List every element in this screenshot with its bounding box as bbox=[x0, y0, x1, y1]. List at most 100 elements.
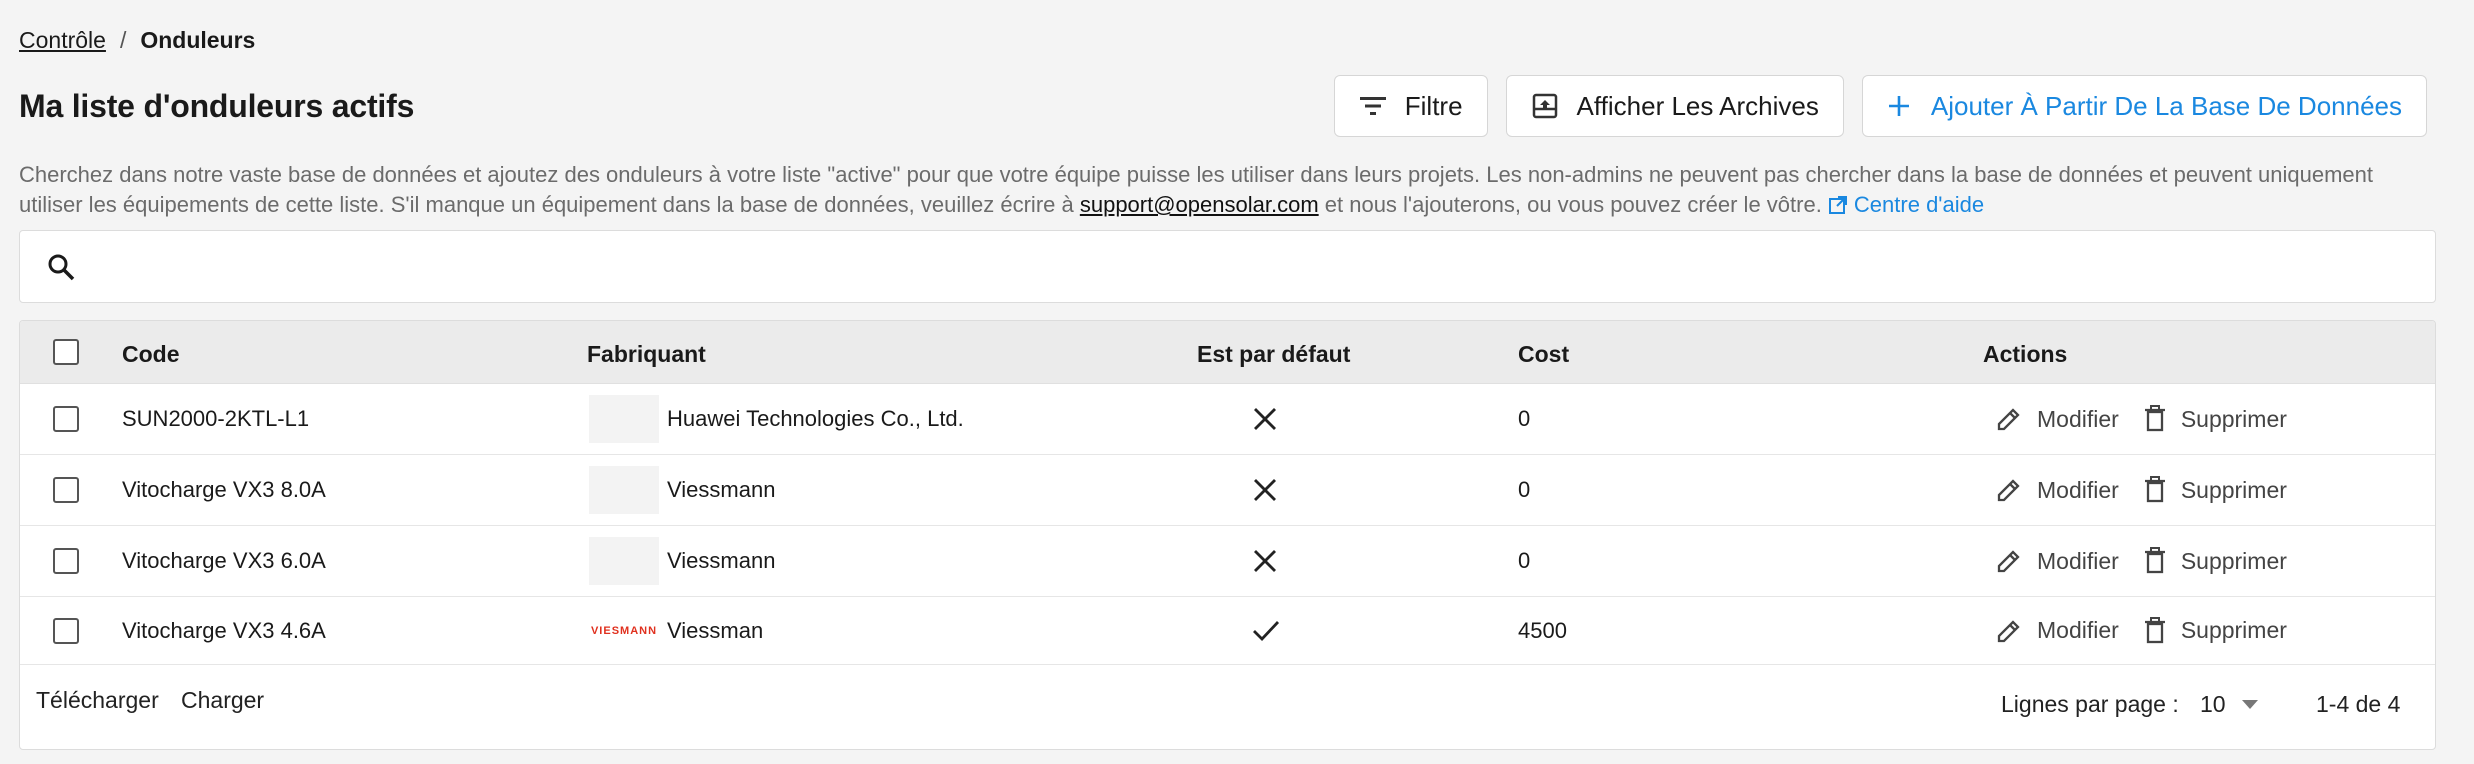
delete-label: Supprimer bbox=[2180, 547, 2287, 574]
external-link-icon bbox=[1828, 196, 1847, 214]
filter-button[interactable]: Filtre bbox=[1333, 75, 1488, 137]
column-header-default[interactable]: Est par défaut bbox=[1197, 341, 1350, 368]
row-checkbox[interactable] bbox=[53, 617, 79, 644]
plus-icon bbox=[1888, 96, 1909, 116]
rows-per-page-label: Lignes par page : bbox=[2001, 691, 2179, 717]
delete-button[interactable]: Supprimer bbox=[2143, 547, 2287, 575]
cell-default bbox=[1252, 526, 1278, 596]
search-box bbox=[19, 230, 2436, 303]
manufacturer-logo bbox=[589, 466, 659, 514]
cell-manufacturer: VIESMANN Viessman bbox=[589, 597, 763, 664]
row-checkbox[interactable] bbox=[53, 548, 79, 574]
cell-cost: 4500 bbox=[1518, 617, 1567, 643]
edit-button[interactable]: Modifier bbox=[1995, 405, 2119, 433]
pencil-icon bbox=[1997, 619, 2020, 642]
trash-icon bbox=[2144, 476, 2165, 503]
breadcrumb-separator: / bbox=[119, 27, 127, 53]
manufacturer-name: Viessmann bbox=[667, 477, 776, 502]
cell-actions: Modifier Supprimer bbox=[1995, 455, 2311, 525]
delete-button[interactable]: Supprimer bbox=[2143, 476, 2287, 504]
edit-button[interactable]: Modifier bbox=[1995, 547, 2119, 575]
cell-actions: Modifier Supprimer bbox=[1995, 526, 2311, 596]
rows-per-page-value: 10 bbox=[2200, 691, 2226, 717]
table-footer: Télécharger Charger Lignes par page : 10… bbox=[20, 665, 2435, 741]
edit-label: Modifier bbox=[2037, 405, 2119, 432]
delete-label: Supprimer bbox=[2180, 405, 2287, 432]
page-title: Ma liste d'onduleurs actifs bbox=[19, 88, 415, 124]
delete-label: Supprimer bbox=[2180, 617, 2287, 643]
not-default-icon bbox=[1254, 479, 1276, 501]
trash-icon bbox=[2144, 616, 2165, 643]
cell-default bbox=[1252, 455, 1278, 525]
trash-icon bbox=[2144, 547, 2165, 574]
show-archives-button[interactable]: Afficher Les Archives bbox=[1505, 75, 1844, 137]
not-default-icon bbox=[1254, 550, 1276, 572]
caret-down-icon bbox=[2241, 699, 2258, 709]
show-archives-label: Afficher Les Archives bbox=[1576, 90, 1819, 121]
upload-button[interactable]: Charger bbox=[181, 687, 264, 714]
table-header: Code Fabriquant Est par défaut Cost Acti… bbox=[20, 321, 2435, 384]
filter-icon bbox=[1359, 97, 1386, 115]
manufacturer-name: Viessman bbox=[667, 617, 764, 643]
cell-cost: 0 bbox=[1518, 406, 1531, 431]
edit-button[interactable]: Modifier bbox=[1995, 617, 2119, 645]
archive-icon bbox=[1532, 93, 1557, 119]
table-row[interactable]: SUN2000-2KTL-L1 Huawei Technologies Co., … bbox=[20, 384, 2435, 455]
manufacturer-name: Viessmann bbox=[667, 548, 776, 573]
cell-code: Vitocharge VX3 4.6A bbox=[122, 617, 326, 643]
table-row[interactable]: Vitocharge VX3 4.6A VIESMANN Viessman 4500 M… bbox=[20, 597, 2435, 665]
manufacturer-logo bbox=[589, 395, 659, 443]
row-checkbox[interactable] bbox=[53, 406, 79, 432]
edit-button[interactable]: Modifier bbox=[1995, 476, 2119, 504]
trash-icon bbox=[2144, 405, 2165, 432]
search-input[interactable] bbox=[96, 236, 2435, 297]
support-email-link[interactable]: support@opensolar.com bbox=[1080, 192, 1319, 217]
delete-button[interactable]: Supprimer bbox=[2143, 405, 2287, 433]
page-description: Cherchez dans notre vaste base de donnée… bbox=[19, 160, 2419, 220]
cell-code: SUN2000-2KTL-L1 bbox=[122, 406, 310, 431]
inverters-table: Code Fabriquant Est par défaut Cost Acti… bbox=[19, 320, 2436, 750]
cell-cost: 0 bbox=[1518, 548, 1531, 573]
column-header-actions: Actions bbox=[1983, 341, 2068, 367]
cell-actions: Modifier Supprimer bbox=[1995, 384, 2311, 454]
pencil-icon bbox=[1997, 550, 2020, 573]
delete-label: Supprimer bbox=[2180, 476, 2287, 503]
delete-button[interactable]: Supprimer bbox=[2143, 616, 2287, 645]
search-icon bbox=[48, 254, 75, 280]
column-header-code[interactable]: Code bbox=[122, 341, 180, 368]
download-button[interactable]: Télécharger bbox=[36, 687, 159, 714]
pagination-range: 1-4 de 4 bbox=[2316, 691, 2401, 717]
cell-cost: 0 bbox=[1518, 477, 1531, 502]
breadcrumb-current: Onduleurs bbox=[140, 27, 256, 53]
cell-code: Vitocharge VX3 6.0A bbox=[122, 548, 326, 573]
rows-per-page-select[interactable]: 10 bbox=[2200, 691, 2258, 718]
description-text-2: et nous l'ajouterons, ou vous pouvez cré… bbox=[1318, 192, 1828, 217]
manufacturer-logo: VIESMANN bbox=[589, 607, 659, 655]
is-default-icon bbox=[1253, 620, 1280, 641]
table-body: SUN2000-2KTL-L1 Huawei Technologies Co., … bbox=[20, 384, 2435, 665]
help-center-label: Centre d'aide bbox=[1853, 192, 1985, 217]
cell-code: Vitocharge VX3 8.0A bbox=[122, 477, 326, 502]
row-checkbox[interactable] bbox=[53, 477, 79, 503]
column-header-manufacturer[interactable]: Fabriquant bbox=[587, 341, 706, 368]
manufacturer-name: Huawei Technologies Co., Ltd. bbox=[667, 406, 964, 431]
pencil-icon bbox=[1997, 479, 2020, 502]
cell-manufacturer: Viessmann bbox=[589, 526, 775, 596]
manufacturer-logo bbox=[589, 537, 659, 585]
edit-label: Modifier bbox=[2037, 476, 2119, 503]
table-row[interactable]: Vitocharge VX3 6.0A Viessmann 0 Modifier Sup… bbox=[20, 526, 2435, 597]
breadcrumb: Contrôle / Onduleurs bbox=[19, 27, 255, 54]
not-default-icon bbox=[1254, 408, 1276, 430]
select-all-checkbox[interactable] bbox=[53, 339, 79, 365]
edit-label: Modifier bbox=[2037, 617, 2119, 643]
help-center-link[interactable]: Centre d'aide bbox=[1828, 192, 1984, 217]
cell-default bbox=[1252, 384, 1278, 454]
table-row[interactable]: Vitocharge VX3 8.0A Viessmann 0 Modifier Sup… bbox=[20, 455, 2435, 526]
breadcrumb-link-controle[interactable]: Contrôle bbox=[19, 27, 106, 54]
column-header-cost[interactable]: Cost bbox=[1518, 341, 1569, 368]
cell-default bbox=[1252, 597, 1280, 664]
add-from-database-button[interactable]: Ajouter À Partir De La Base De Données bbox=[1861, 75, 2427, 137]
add-from-database-label: Ajouter À Partir De La Base De Données bbox=[1930, 90, 2402, 121]
pencil-icon bbox=[1997, 408, 2020, 431]
manufacturer-logo-text: VIESMANN bbox=[590, 624, 658, 637]
